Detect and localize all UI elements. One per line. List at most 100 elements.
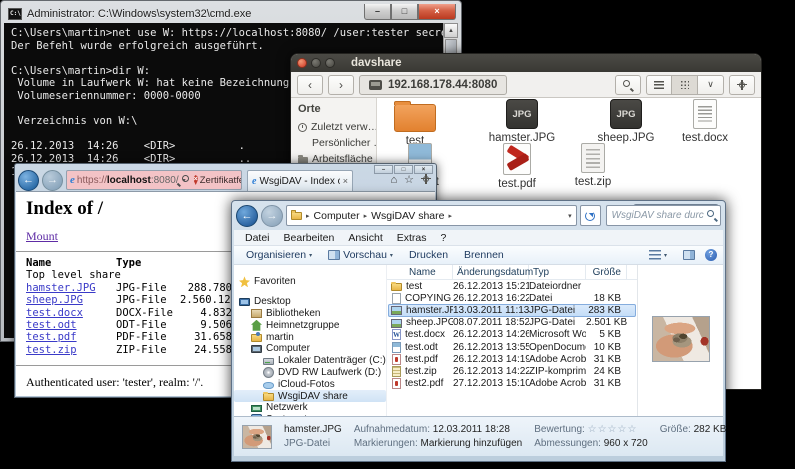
file-link[interactable]: test.zip: [26, 344, 116, 356]
file-row[interactable]: COPYING 26.12.2013 16:22 Datei 18 KB: [388, 292, 636, 304]
sidebar-item-label: DVD RW Laufwerk (D:): [278, 367, 381, 378]
column-type[interactable]: Typ: [529, 265, 586, 279]
burn-button[interactable]: Brennen: [458, 249, 510, 261]
back-button[interactable]: ←: [18, 170, 39, 191]
forward-button[interactable]: →: [42, 170, 63, 191]
menu-item[interactable]: Extras: [390, 232, 434, 244]
sidebar-item[interactable]: Computer: [234, 343, 386, 355]
file-row[interactable]: test2.pdf 27.12.2013 15:10 Adobe Acrobat…: [388, 378, 636, 390]
minimize-button[interactable]: [311, 58, 321, 68]
file-size: 4.832: [180, 307, 232, 319]
menu-item[interactable]: Ansicht: [341, 232, 389, 244]
back-button[interactable]: ←: [236, 205, 258, 227]
tab-close-icon[interactable]: ×: [343, 176, 348, 186]
print-button[interactable]: Drucken: [403, 249, 454, 261]
sidebar-item[interactable]: Netzwerk: [234, 402, 386, 414]
menu-item[interactable]: Datei: [238, 232, 277, 244]
file-item[interactable]: test.zip: [548, 143, 638, 188]
grid-view-button[interactable]: [672, 75, 698, 95]
close-button[interactable]: ×: [418, 4, 456, 20]
column-date[interactable]: Änderungsdatum: [453, 265, 529, 279]
forward-button[interactable]: ›: [328, 75, 354, 95]
mount-link[interactable]: Mount: [26, 229, 58, 243]
address-button[interactable]: 192.168.178.44:8080: [359, 75, 507, 95]
cmd-titlebar[interactable]: C:\ Administrator: C:\Windows\system32\c…: [4, 4, 458, 23]
sidebar-item[interactable]: martin: [234, 331, 386, 343]
sidebar-item-label: Favoriten: [254, 276, 296, 287]
sidebar-item[interactable]: Favoriten: [234, 276, 386, 288]
status-add-tag[interactable]: Markierung hinzufügen: [421, 438, 523, 449]
file-link[interactable]: test.pdf: [26, 331, 116, 343]
change-view-button[interactable]: ▾: [643, 250, 673, 260]
column-header-name: Name: [26, 257, 116, 269]
menu-item[interactable]: Bearbeiten: [277, 232, 342, 244]
scroll-up-icon[interactable]: ▲: [444, 23, 458, 38]
close-button[interactable]: [297, 58, 307, 68]
favorites-star-icon[interactable]: ☆: [404, 175, 414, 186]
menu-bar: DateiBearbeitenAnsichtExtras?: [234, 230, 723, 246]
file-date: 26.12.2013 16:22: [453, 293, 529, 304]
sidebar-item[interactable]: Systemsteuerung: [234, 414, 386, 416]
file-link[interactable]: test.odt: [26, 319, 116, 331]
sidebar-item[interactable]: Desktop: [234, 296, 386, 308]
column-name[interactable]: Name: [387, 265, 453, 279]
menu-item[interactable]: ?: [434, 232, 454, 244]
sidebar-item-label: Desktop: [254, 296, 291, 307]
file-size: 2.560.122: [180, 294, 232, 306]
view-options-button[interactable]: ∨: [698, 75, 724, 95]
file-date: 26.12.2013 13:55: [453, 342, 529, 353]
file-row[interactable]: test.pdf 26.12.2013 14:19 Adobe Acrobat …: [388, 353, 636, 365]
file-item[interactable]: test.docx: [660, 99, 750, 144]
file-item[interactable]: sheep.JPG: [581, 99, 671, 144]
organize-button[interactable]: Organisieren▾: [240, 249, 318, 261]
file-row[interactable]: test.docx 26.12.2013 14:26 Microsoft Wor…: [388, 329, 636, 341]
sidebar-item[interactable]: WsgiDAV share: [234, 390, 386, 402]
maximize-button[interactable]: [325, 58, 335, 68]
file-row[interactable]: hamster.JPG 13.03.2011 11:13 JPG-Datei 2…: [388, 304, 636, 316]
file-item[interactable]: test: [370, 99, 460, 147]
sidebar-item[interactable]: DVD RW Laufwerk (D:): [234, 367, 386, 379]
sidebar-item[interactable]: iCloud-Fotos: [234, 378, 386, 390]
address-bar[interactable]: e https://localhost:8080/ ▾ × Zertifikat…: [66, 170, 242, 190]
sidebar-item[interactable]: Heimnetzgruppe: [234, 319, 386, 331]
file-item[interactable]: hamster.JPG: [477, 99, 567, 144]
search-box[interactable]: [606, 205, 721, 226]
breadcrumb-dropdown-icon[interactable]: ▾: [568, 212, 572, 220]
browser-tab[interactable]: e WsgiDAV - Index of / ×: [247, 170, 353, 191]
home-icon[interactable]: ⌂: [390, 175, 397, 186]
sidebar-item[interactable]: Bibliotheken: [234, 308, 386, 320]
maximize-button[interactable]: □: [391, 4, 418, 20]
refresh-button[interactable]: [580, 205, 601, 226]
forward-button[interactable]: →: [261, 205, 283, 227]
back-button[interactable]: ‹: [297, 75, 323, 95]
file-link[interactable]: sheep.JPG: [26, 294, 116, 306]
file-row[interactable]: test.odt 26.12.2013 13:55 OpenDocument T…: [388, 341, 636, 353]
minimize-button[interactable]: –: [364, 4, 391, 20]
breadcrumb-computer[interactable]: Computer: [314, 210, 360, 222]
nautilus-titlebar[interactable]: davshare: [291, 54, 761, 72]
list-view-button[interactable]: [646, 75, 672, 95]
file-row[interactable]: test 26.12.2013 15:21 Dateiordner: [388, 280, 636, 292]
file-type: Dateiordner: [529, 281, 586, 292]
list-icon: [654, 81, 664, 89]
sidebar-item[interactable]: Lokaler Datenträger (C:): [234, 355, 386, 367]
sidebar-place-item[interactable]: Persönlicher …: [298, 137, 376, 149]
settings-button[interactable]: [729, 75, 755, 95]
sidebar-place-item[interactable]: Zuletzt verw…: [298, 121, 376, 133]
preview-pane-button[interactable]: [677, 250, 701, 260]
search-button[interactable]: [615, 75, 641, 95]
breadcrumb[interactable]: ▸ Computer ▸ WsgiDAV share ▸ ▾: [286, 205, 577, 226]
preview-button[interactable]: Vorschau▾: [322, 249, 399, 261]
file-link[interactable]: test.docx: [26, 307, 116, 319]
help-icon[interactable]: ?: [705, 249, 717, 261]
file-row[interactable]: test.zip 26.12.2013 14:22 ZIP-komprimier…: [388, 365, 636, 377]
file-link[interactable]: hamster.JPG: [26, 282, 116, 294]
search-input[interactable]: [606, 205, 721, 226]
file-row[interactable]: sheep.JPG 08.07.2011 18:52 JPG-Datei 2.5…: [388, 317, 636, 329]
certificate-error-label[interactable]: Zertifikatfe…: [200, 175, 242, 186]
breadcrumb-share[interactable]: WsgiDAV share: [371, 210, 444, 222]
column-size[interactable]: Größe: [586, 265, 627, 279]
settings-gear-icon[interactable]: [421, 174, 431, 187]
rating-stars-icon[interactable]: ☆☆☆☆☆: [588, 424, 638, 435]
column-header-type: Type: [116, 257, 180, 269]
